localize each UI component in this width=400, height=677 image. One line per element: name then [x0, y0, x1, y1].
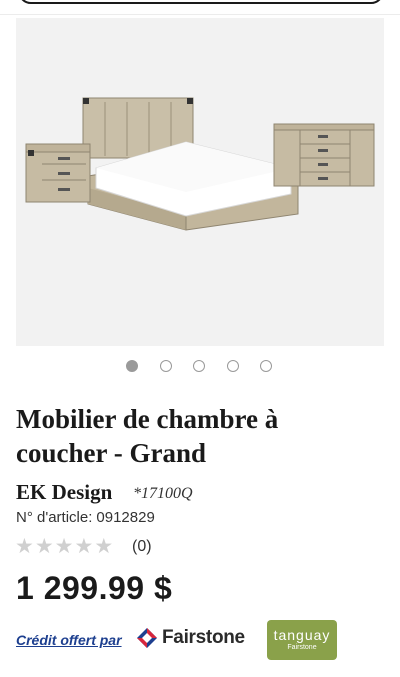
gallery-dot-5[interactable] — [260, 360, 272, 372]
gallery-dot-4[interactable] — [226, 360, 239, 372]
header-divider — [0, 14, 400, 15]
tanguay-logo-subtext: Fairstone — [287, 644, 317, 651]
credit-offer-link[interactable]: Crédit offert par — [16, 632, 122, 648]
gallery-dot-1[interactable] — [126, 360, 138, 372]
fairstone-diamond-icon — [137, 628, 157, 648]
star-icon: ★ — [94, 534, 114, 558]
gallery-dot-2[interactable] — [159, 360, 172, 372]
bedroom-furniture-image — [25, 97, 375, 231]
review-count[interactable]: (0) — [132, 538, 152, 556]
fairstone-logo: Fairstone — [136, 627, 245, 649]
gallery-dot-3[interactable] — [193, 360, 205, 372]
product-price: 1 299.99 $ — [16, 570, 173, 606]
tanguay-logo-text: tanguay — [273, 627, 331, 643]
product-title: Mobilier de chambre à coucher - Grand — [16, 404, 279, 468]
product-model-number: *17100Q — [133, 485, 193, 502]
search-bar[interactable] — [18, 0, 384, 4]
article-number-label: N° d'article: — [16, 509, 93, 526]
rating-stars[interactable]: ★ ★ ★ ★ ★ — [15, 535, 113, 557]
star-icon: ★ — [74, 534, 94, 558]
star-icon: ★ — [15, 534, 34, 558]
star-icon: ★ — [54, 534, 74, 558]
product-brand[interactable]: EK Design — [16, 480, 112, 505]
tanguay-logo: tanguay Fairstone — [267, 620, 337, 660]
gallery-pagination — [126, 360, 272, 374]
star-icon: ★ — [34, 534, 54, 558]
product-image-gallery[interactable] — [16, 18, 384, 346]
article-number-value: 0912829 — [96, 509, 155, 526]
article-number-line: N° d'article: 0912829 — [16, 509, 155, 526]
fairstone-name: Fairstone — [162, 627, 245, 648]
